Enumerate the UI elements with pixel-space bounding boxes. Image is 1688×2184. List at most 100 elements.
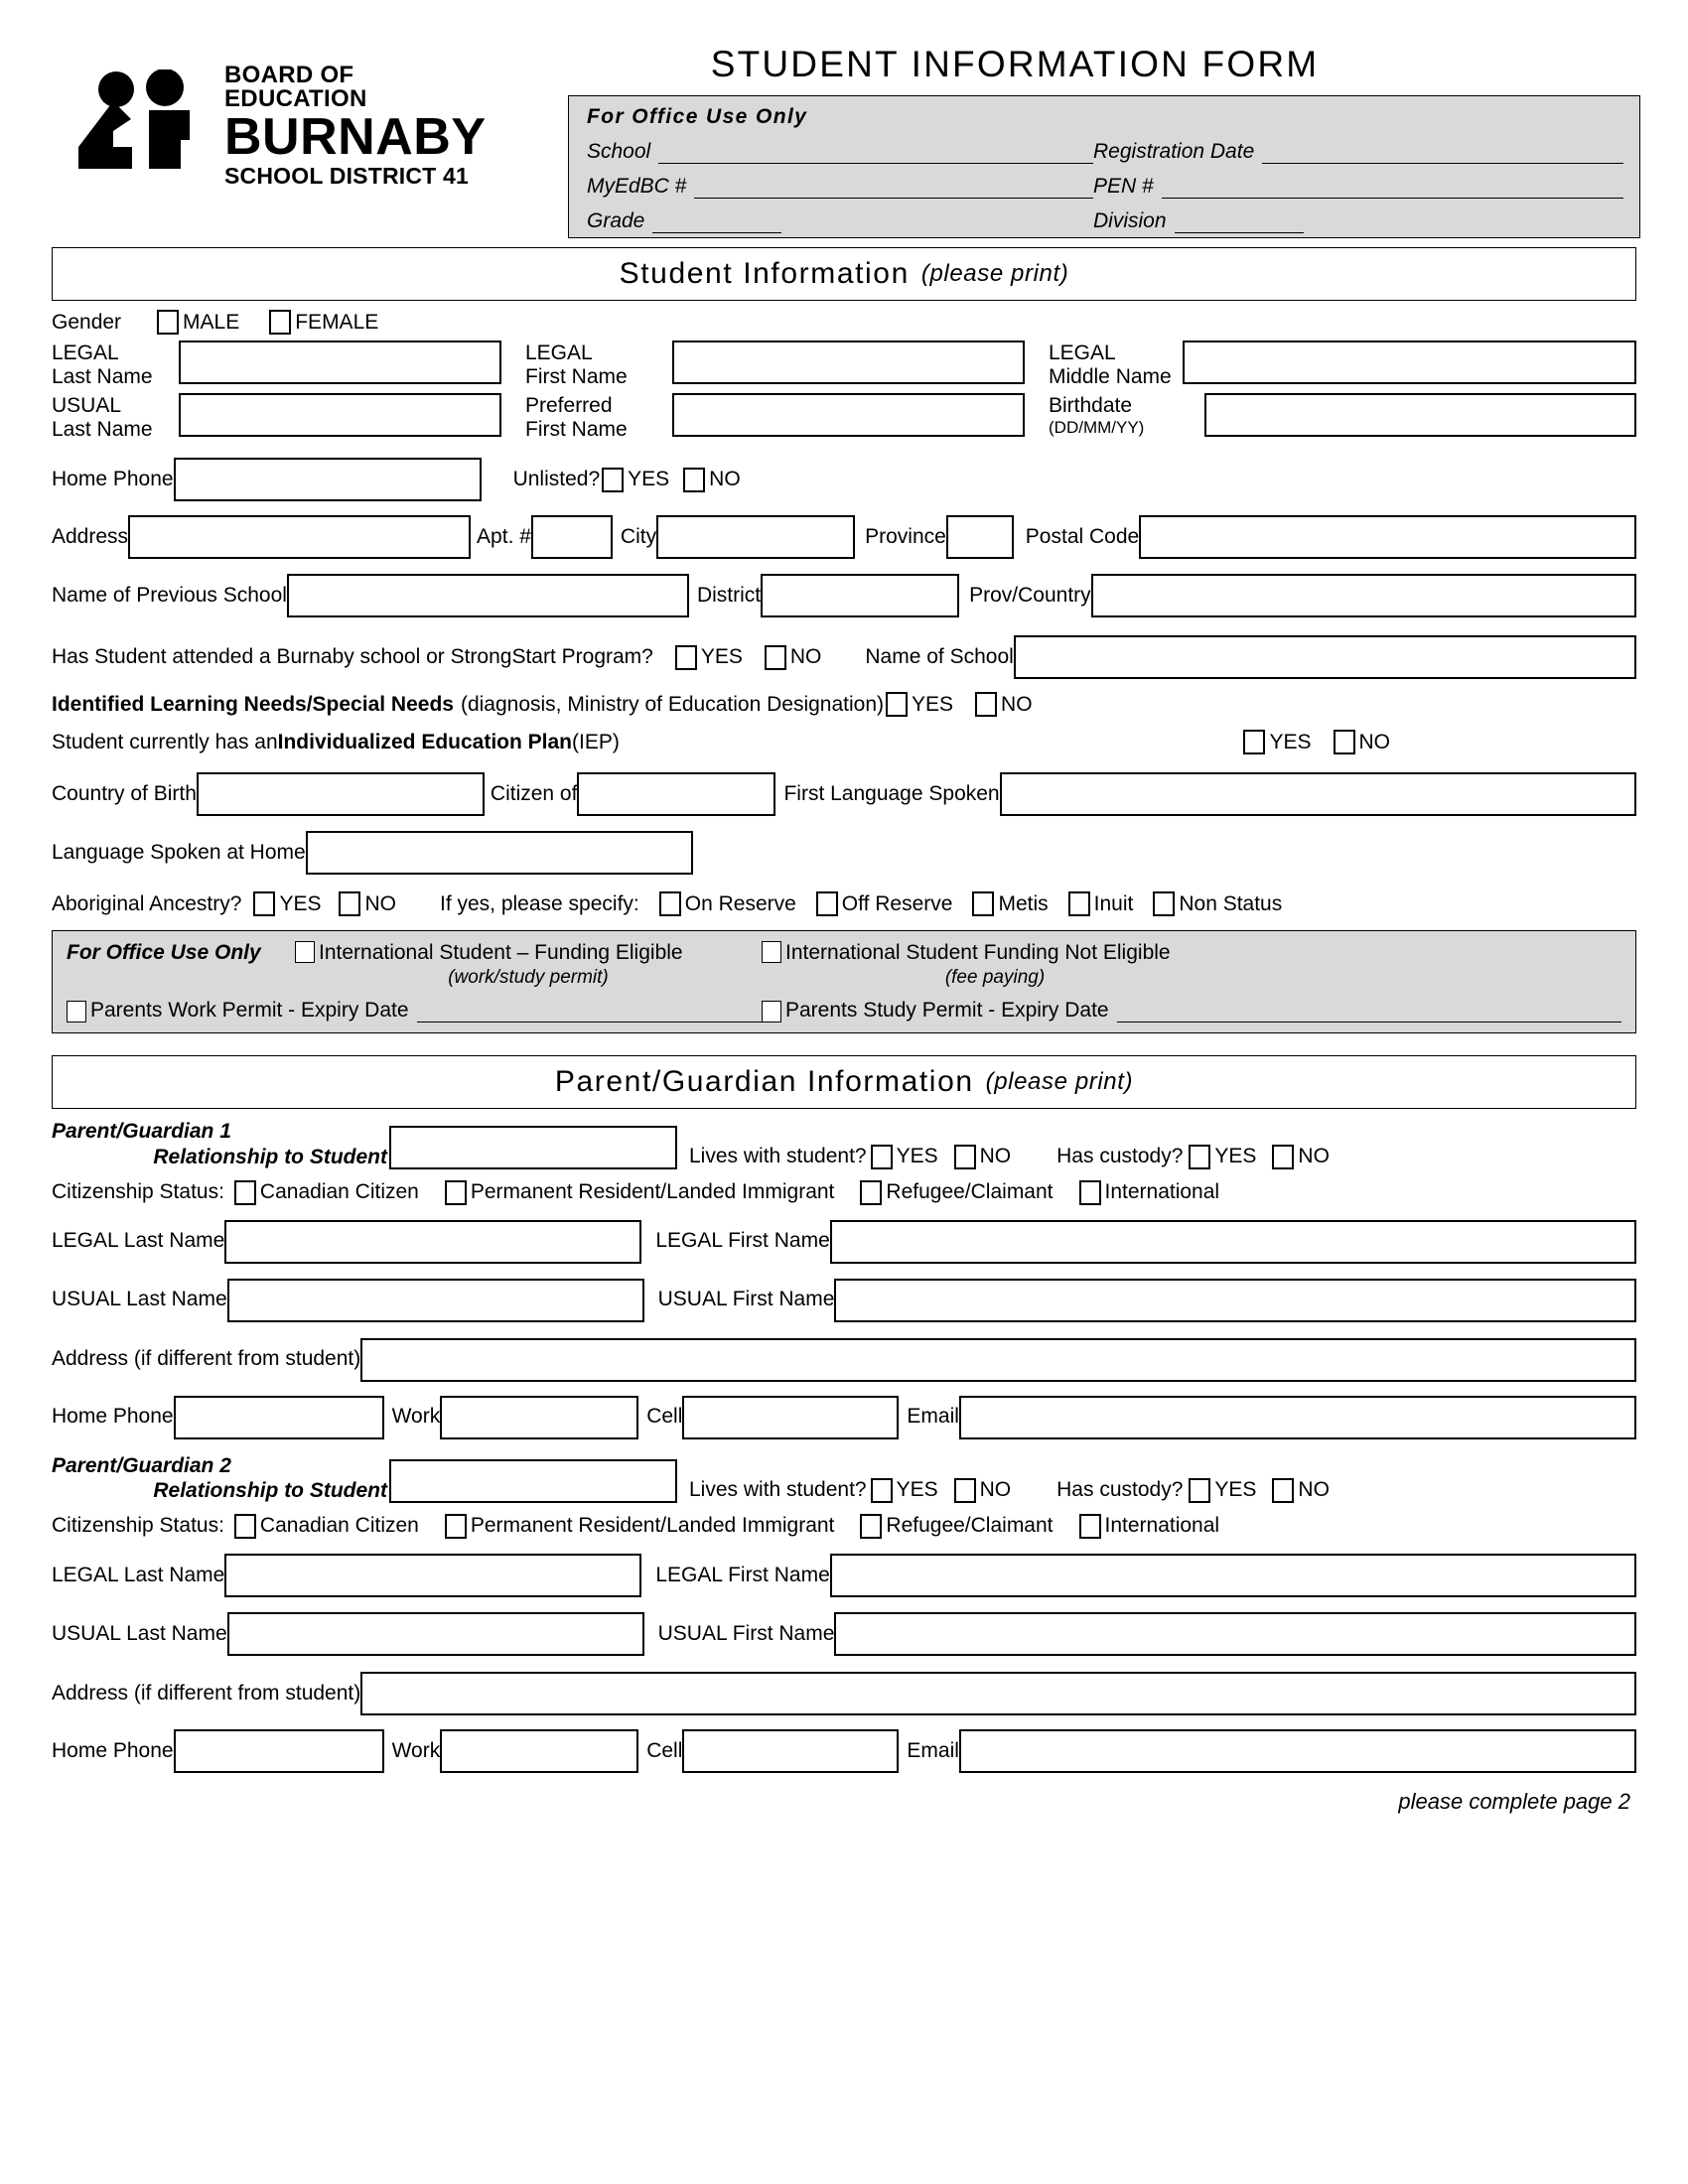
- international-funding-not-eligible-checkbox[interactable]: [762, 941, 781, 964]
- metis-checkbox[interactable]: [972, 891, 995, 917]
- office-field-registration-date[interactable]: Registration Date: [1093, 140, 1623, 164]
- work-permit-expiry-input[interactable]: [416, 1003, 762, 1024]
- office-field-myedbc[interactable]: MyEdBC #: [587, 175, 1093, 199]
- grade-input[interactable]: [652, 213, 782, 233]
- office-field-pen[interactable]: PEN #: [1093, 175, 1623, 199]
- aboriginal-no-checkbox[interactable]: [339, 891, 361, 917]
- office-field-grade[interactable]: Grade: [587, 209, 1093, 233]
- off-reserve-checkbox[interactable]: [815, 891, 838, 917]
- guardian-1-usual-last-input[interactable]: [226, 1278, 644, 1322]
- guardian-1-lives-with-yes-checkbox[interactable]: [870, 1144, 893, 1169]
- international-funding-eligible-option[interactable]: International Student – Funding Eligible: [295, 941, 762, 965]
- legal-first-name-input[interactable]: [672, 341, 1025, 384]
- guardian-1-home-phone-input[interactable]: [173, 1395, 384, 1439]
- country-of-birth-input[interactable]: [196, 772, 485, 817]
- guardian-1-permanent-resident-checkbox[interactable]: [444, 1179, 467, 1205]
- study-permit-field[interactable]: Parents Study Permit - Expiry Date: [762, 999, 1621, 1024]
- guardian-1-address-input[interactable]: [360, 1337, 1636, 1382]
- registration-date-input[interactable]: [1262, 144, 1623, 164]
- legal-middle-name-input[interactable]: [1183, 341, 1636, 384]
- study-permit-checkbox[interactable]: [762, 1001, 781, 1024]
- attended-yes-checkbox[interactable]: [674, 644, 697, 670]
- guardian-2-usual-first-input[interactable]: [834, 1612, 1636, 1657]
- guardian-2-canadian-citizen-checkbox[interactable]: [233, 1514, 256, 1540]
- guardian-2-legal-last-input[interactable]: [224, 1554, 642, 1598]
- prov-country-input[interactable]: [1090, 574, 1636, 618]
- district-input[interactable]: [761, 574, 960, 618]
- guardian-2-legal-first-input[interactable]: [829, 1554, 1636, 1598]
- guardian-1-work-input[interactable]: [440, 1395, 639, 1439]
- gender-female-option[interactable]: FEMALE: [269, 310, 378, 335]
- guardian-2-custody-yes-checkbox[interactable]: [1189, 1478, 1211, 1504]
- aboriginal-yes-checkbox[interactable]: [253, 891, 276, 917]
- division-input[interactable]: [1174, 213, 1304, 233]
- apt-input[interactable]: [530, 515, 613, 560]
- unlisted-no-checkbox[interactable]: [683, 467, 706, 492]
- school-input[interactable]: [658, 144, 1093, 164]
- guardian-2-relationship-input[interactable]: [389, 1459, 677, 1504]
- guardian-2-usual-last-input[interactable]: [226, 1612, 644, 1657]
- guardian-2-refugee-checkbox[interactable]: [860, 1514, 883, 1540]
- office-field-school[interactable]: School: [587, 140, 1093, 164]
- address-input[interactable]: [128, 515, 472, 560]
- postal-code-input[interactable]: [1139, 515, 1636, 560]
- guardian-2-label: Parent/Guardian 2: [52, 1453, 231, 1477]
- international-funding-eligible-checkbox[interactable]: [295, 941, 315, 964]
- guardian-2-lives-with-no-checkbox[interactable]: [953, 1478, 976, 1504]
- citizen-of-input[interactable]: [577, 772, 776, 817]
- guardian-1-custody-no-checkbox[interactable]: [1272, 1144, 1295, 1169]
- guardian-1-email-input[interactable]: [958, 1395, 1636, 1439]
- guardian-1-legal-last-input[interactable]: [224, 1219, 642, 1264]
- guardian-1-legal-first-input[interactable]: [829, 1219, 1636, 1264]
- home-phone-input[interactable]: [173, 458, 482, 502]
- work-permit-field[interactable]: Parents Work Permit - Expiry Date: [67, 999, 762, 1024]
- gender-male-checkbox[interactable]: [157, 310, 180, 335]
- guardian-1-usual-first-input[interactable]: [834, 1278, 1636, 1322]
- study-permit-expiry-input[interactable]: [1116, 1003, 1621, 1024]
- guardian-1-international-checkbox[interactable]: [1078, 1179, 1101, 1205]
- guardian-1-refugee-checkbox[interactable]: [860, 1179, 883, 1205]
- city-input[interactable]: [656, 515, 856, 560]
- gender-female-checkbox[interactable]: [269, 310, 292, 335]
- name-of-school-input[interactable]: [1013, 635, 1636, 680]
- guardian-2-international-checkbox[interactable]: [1078, 1514, 1101, 1540]
- guardian-2-permanent-resident-checkbox[interactable]: [444, 1514, 467, 1540]
- guardian-2-address-input[interactable]: [360, 1672, 1636, 1716]
- special-needs-yes-checkbox[interactable]: [886, 692, 908, 718]
- usual-last-name-input[interactable]: [179, 392, 501, 437]
- guardian-1-canadian-citizen-checkbox[interactable]: [233, 1179, 256, 1205]
- pen-input[interactable]: [1161, 179, 1623, 199]
- attended-no-checkbox[interactable]: [764, 644, 786, 670]
- guardian-2-cell-input[interactable]: [682, 1729, 900, 1774]
- guardian-2-email-input[interactable]: [958, 1729, 1636, 1774]
- guardian-2-custody-no-checkbox[interactable]: [1272, 1478, 1295, 1504]
- legal-middle-name-label-line2: Middle Name: [1049, 365, 1172, 389]
- home-language-input[interactable]: [305, 831, 693, 876]
- birthdate-input[interactable]: [1204, 392, 1636, 437]
- inuit-checkbox[interactable]: [1067, 891, 1090, 917]
- guardian-1-relationship-input[interactable]: [389, 1125, 677, 1169]
- unlisted-yes-checkbox[interactable]: [602, 467, 625, 492]
- province-input[interactable]: [945, 515, 1014, 560]
- first-language-input[interactable]: [999, 772, 1636, 817]
- work-permit-checkbox[interactable]: [67, 1001, 86, 1024]
- preferred-first-name-input[interactable]: [672, 392, 1025, 437]
- guardian-1-lives-with-no-checkbox[interactable]: [953, 1144, 976, 1169]
- guardian-2-home-phone-input[interactable]: [173, 1729, 384, 1774]
- international-funding-not-eligible-option[interactable]: International Student Funding Not Eligib…: [762, 941, 1228, 965]
- guardian-2-lives-with-yes-checkbox[interactable]: [870, 1478, 893, 1504]
- gender-male-option[interactable]: MALE: [157, 310, 239, 335]
- special-needs-no-checkbox[interactable]: [975, 692, 998, 718]
- iep-no-checkbox[interactable]: [1333, 730, 1355, 755]
- office-field-division[interactable]: Division: [1093, 209, 1304, 233]
- on-reserve-checkbox[interactable]: [658, 891, 681, 917]
- guardian-1-cell-input[interactable]: [682, 1395, 900, 1439]
- previous-school-input[interactable]: [286, 574, 689, 618]
- non-status-checkbox[interactable]: [1153, 891, 1176, 917]
- legal-last-name-input[interactable]: [179, 341, 501, 384]
- guardian-1-custody-yes-checkbox[interactable]: [1189, 1144, 1211, 1169]
- myedbc-input[interactable]: [694, 179, 1093, 199]
- legal-first-name-label: LEGAL First Name: [525, 341, 672, 390]
- iep-yes-checkbox[interactable]: [1243, 730, 1266, 755]
- guardian-2-work-input[interactable]: [440, 1729, 639, 1774]
